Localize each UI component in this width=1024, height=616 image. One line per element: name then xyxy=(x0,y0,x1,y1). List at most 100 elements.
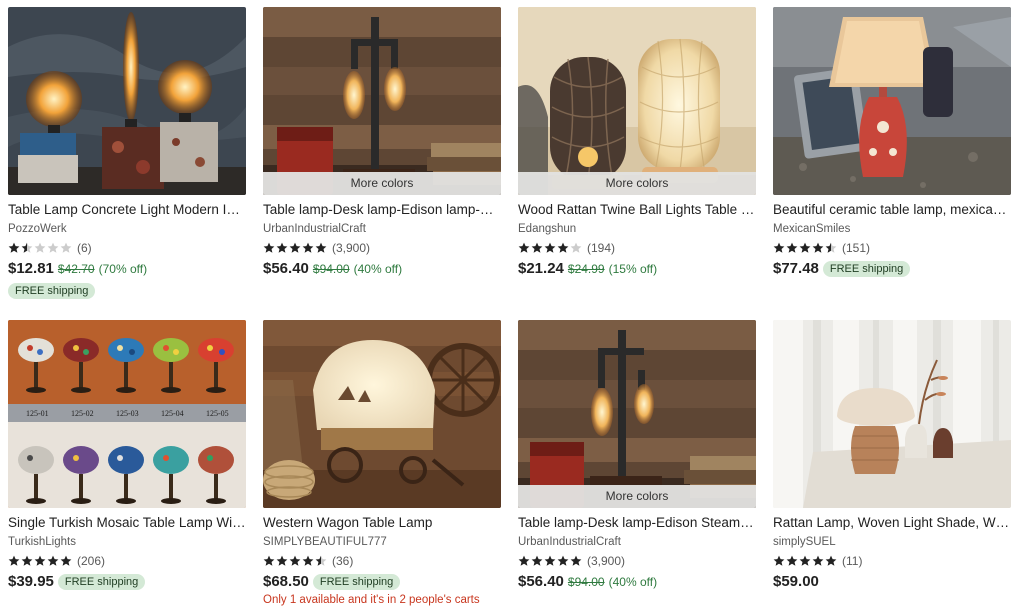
free-shipping-badge: FREE shipping xyxy=(57,573,146,590)
star-full-icon xyxy=(34,555,46,566)
star-full-icon xyxy=(518,242,530,253)
sale-price: $59.00 xyxy=(773,573,819,590)
review-count: (3,900) xyxy=(332,241,371,255)
price-row: $56.40 $94.00 (40% off) xyxy=(518,573,756,590)
listing-title[interactable]: Single Turkish Mosaic Table Lamp With Br… xyxy=(8,514,246,532)
star-empty-icon xyxy=(570,242,582,253)
review-count: (194) xyxy=(587,241,616,255)
sale-price: $39.95 xyxy=(8,573,54,590)
review-count: (11) xyxy=(842,554,863,568)
discount-percent: (40% off) xyxy=(608,575,658,589)
shop-name: Edangshun xyxy=(518,223,577,235)
sale-price: $21.24 xyxy=(518,260,564,277)
star-full-icon xyxy=(8,555,20,566)
star-rating xyxy=(8,555,72,567)
sale-price: $56.40 xyxy=(518,573,564,590)
star-half-icon xyxy=(315,555,327,566)
star-rating xyxy=(518,555,582,567)
listing-title[interactable]: Rattan Lamp, Woven Light Shade, Wicker L… xyxy=(773,514,1011,532)
original-price: $94.00 xyxy=(567,575,605,589)
star-full-icon xyxy=(531,555,543,566)
review-count: (3,900) xyxy=(587,554,626,568)
listing-card[interactable]: Rattan Lamp, Woven Light Shade, Wicker L… xyxy=(773,320,1011,590)
rating: (206) xyxy=(8,552,246,570)
star-full-icon xyxy=(557,555,569,566)
star-full-icon xyxy=(544,242,556,253)
star-rating xyxy=(518,242,582,254)
listing-card[interactable]: More colors Table lamp-Desk lamp-Edison … xyxy=(518,320,756,590)
price-row: $39.95 FREE shipping xyxy=(8,573,246,590)
discount-percent: (70% off) xyxy=(98,262,148,276)
more-colors-label[interactable]: More colors xyxy=(263,172,501,195)
star-full-icon xyxy=(518,555,530,566)
listing-title[interactable]: Western Wagon Table Lamp xyxy=(263,514,501,532)
star-full-icon xyxy=(276,555,288,566)
listing-title[interactable]: Table lamp-Desk lamp-Edison Steampunk La… xyxy=(518,514,756,532)
star-full-icon xyxy=(557,242,569,253)
shop-name: simplySUEL xyxy=(773,536,836,548)
listing-image[interactable] xyxy=(263,320,501,508)
price-row: $56.40 $94.00 (40% off) xyxy=(263,260,501,277)
review-count: (6) xyxy=(77,241,92,255)
listing-card[interactable]: Table Lamp Concrete Light Modern Industr… xyxy=(8,7,246,299)
star-full-icon xyxy=(773,555,785,566)
star-rating xyxy=(263,242,327,254)
listing-image[interactable] xyxy=(773,320,1011,508)
star-full-icon xyxy=(773,242,785,253)
price-row: $77.48 FREE shipping xyxy=(773,260,1011,277)
star-full-icon xyxy=(302,242,314,253)
free-shipping-badge: FREE shipping xyxy=(312,573,401,590)
model-label: 125-01 xyxy=(26,409,49,418)
listing-image[interactable]: More colors xyxy=(263,7,501,195)
star-full-icon xyxy=(276,242,288,253)
discount-percent: (40% off) xyxy=(353,262,403,276)
star-rating xyxy=(263,555,327,567)
listing-card[interactable]: More colors Table lamp-Desk lamp-Edison … xyxy=(263,7,501,277)
star-full-icon xyxy=(21,555,33,566)
price-row: $68.50 FREE shipping xyxy=(263,573,501,590)
listing-card[interactable]: 125-01 125-02 125-03 125-04 125-05 Singl… xyxy=(8,320,246,590)
shop-name: SIMPLYBEAUTIFUL777 xyxy=(263,536,387,548)
listing-image[interactable]: More colors xyxy=(518,7,756,195)
star-full-icon xyxy=(544,555,556,566)
listing-card[interactable]: Western Wagon Table Lamp SIMPLYBEAUTIFUL… xyxy=(263,320,501,606)
free-shipping-badge: FREE shipping xyxy=(822,260,911,277)
star-full-icon xyxy=(289,555,301,566)
sale-price: $77.48 xyxy=(773,260,819,277)
listing-title[interactable]: Table lamp-Desk lamp-Edison lamp-Steampu… xyxy=(263,201,501,219)
star-full-icon xyxy=(8,242,20,253)
low-stock-warning: Only 1 available and it's in 2 people's … xyxy=(263,594,480,606)
rating: (36) xyxy=(263,552,501,570)
listing-title[interactable]: Wood Rattan Twine Ball Lights Table Lamp xyxy=(518,201,756,219)
model-label: 125-05 xyxy=(206,409,229,418)
star-full-icon xyxy=(263,555,275,566)
listing-image[interactable] xyxy=(8,7,246,195)
listing-image[interactable]: More colors xyxy=(518,320,756,508)
star-empty-icon xyxy=(60,242,72,253)
listing-card[interactable]: Beautiful ceramic table lamp, mexican ta… xyxy=(773,7,1011,277)
listing-image[interactable] xyxy=(773,7,1011,195)
star-full-icon xyxy=(786,242,798,253)
shop-name: TurkishLights xyxy=(8,536,76,548)
rating: (11) xyxy=(773,552,1011,570)
original-price: $24.99 xyxy=(567,262,605,276)
model-label: 125-03 xyxy=(116,409,139,418)
star-full-icon xyxy=(531,242,543,253)
star-half-icon xyxy=(825,242,837,253)
more-colors-label[interactable]: More colors xyxy=(518,485,756,508)
price-row: $12.81 $42.70 (70% off) xyxy=(8,260,246,277)
sale-price: $56.40 xyxy=(263,260,309,277)
star-half-icon xyxy=(21,242,33,253)
more-colors-label[interactable]: More colors xyxy=(518,172,756,195)
rating: (151) xyxy=(773,239,1011,257)
star-rating xyxy=(8,242,72,254)
model-label: 125-02 xyxy=(71,409,94,418)
listing-title[interactable]: Beautiful ceramic table lamp, mexican ta… xyxy=(773,201,1011,219)
listing-image[interactable]: 125-01 125-02 125-03 125-04 125-05 xyxy=(8,320,246,508)
sale-price: $12.81 xyxy=(8,260,54,277)
shop-name: PozzoWerk xyxy=(8,223,67,235)
listing-card[interactable]: More colors Wood Rattan Twine Ball Light… xyxy=(518,7,756,277)
review-count: (206) xyxy=(77,554,106,568)
sale-price: $68.50 xyxy=(263,573,309,590)
listing-title[interactable]: Table Lamp Concrete Light Modern Industr… xyxy=(8,201,246,219)
